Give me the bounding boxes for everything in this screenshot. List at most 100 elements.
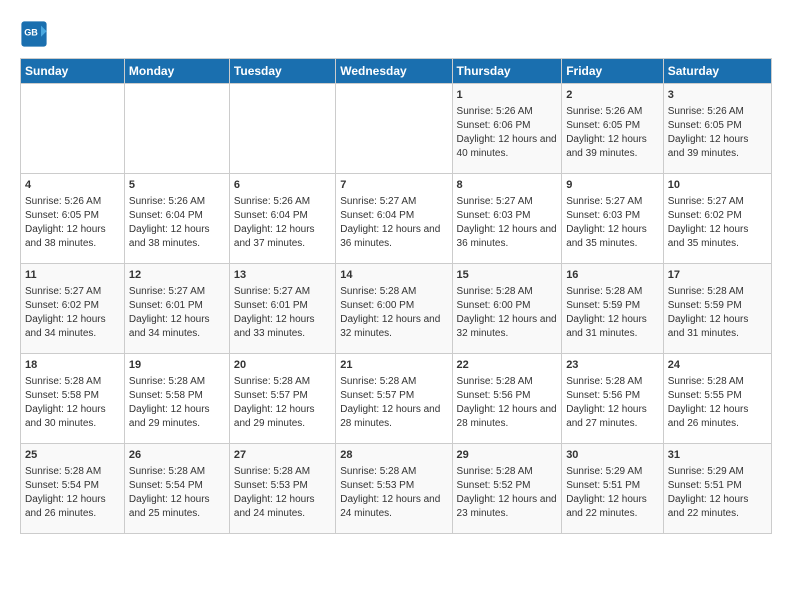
day-info: Sunrise: 5:28 AM — [340, 465, 447, 479]
day-info: Sunset: 6:02 PM — [25, 299, 120, 313]
day-number: 24 — [668, 358, 767, 373]
day-info: Sunset: 6:00 PM — [340, 299, 447, 313]
day-info: Sunrise: 5:27 AM — [234, 285, 331, 299]
day-info: Sunrise: 5:27 AM — [457, 195, 558, 209]
calendar-cell: 31Sunrise: 5:29 AMSunset: 5:51 PMDayligh… — [663, 444, 771, 534]
day-info: Sunrise: 5:29 AM — [566, 465, 659, 479]
day-number: 15 — [457, 268, 558, 283]
day-info: Sunrise: 5:28 AM — [25, 375, 120, 389]
day-info: Sunset: 5:59 PM — [668, 299, 767, 313]
week-row-1: 1Sunrise: 5:26 AMSunset: 6:06 PMDaylight… — [21, 84, 772, 174]
day-info: Sunrise: 5:28 AM — [129, 375, 225, 389]
calendar-cell: 11Sunrise: 5:27 AMSunset: 6:02 PMDayligh… — [21, 264, 125, 354]
calendar-cell: 16Sunrise: 5:28 AMSunset: 5:59 PMDayligh… — [562, 264, 664, 354]
calendar-cell: 8Sunrise: 5:27 AMSunset: 6:03 PMDaylight… — [452, 174, 562, 264]
day-info: Sunrise: 5:27 AM — [668, 195, 767, 209]
day-number: 30 — [566, 448, 659, 463]
calendar-cell: 29Sunrise: 5:28 AMSunset: 5:52 PMDayligh… — [452, 444, 562, 534]
calendar-header: SundayMondayTuesdayWednesdayThursdayFrid… — [21, 59, 772, 84]
day-info: Daylight: 12 hours and 39 minutes. — [668, 133, 767, 161]
day-info: Sunset: 6:04 PM — [234, 209, 331, 223]
day-info: Sunrise: 5:26 AM — [457, 105, 558, 119]
day-info: Sunset: 6:02 PM — [668, 209, 767, 223]
day-info: Sunrise: 5:27 AM — [566, 195, 659, 209]
day-info: Daylight: 12 hours and 28 minutes. — [457, 403, 558, 431]
day-info: Sunrise: 5:28 AM — [25, 465, 120, 479]
day-info: Daylight: 12 hours and 23 minutes. — [457, 493, 558, 521]
day-info: Sunrise: 5:26 AM — [234, 195, 331, 209]
day-info: Sunrise: 5:27 AM — [340, 195, 447, 209]
calendar-cell: 3Sunrise: 5:26 AMSunset: 6:05 PMDaylight… — [663, 84, 771, 174]
day-info: Daylight: 12 hours and 26 minutes. — [668, 403, 767, 431]
header-cell-friday: Friday — [562, 59, 664, 84]
calendar-cell: 14Sunrise: 5:28 AMSunset: 6:00 PMDayligh… — [336, 264, 452, 354]
day-info: Sunset: 6:03 PM — [566, 209, 659, 223]
day-info: Daylight: 12 hours and 32 minutes. — [457, 313, 558, 341]
day-number: 6 — [234, 178, 331, 193]
day-info: Sunrise: 5:28 AM — [234, 465, 331, 479]
calendar-cell: 7Sunrise: 5:27 AMSunset: 6:04 PMDaylight… — [336, 174, 452, 264]
day-info: Daylight: 12 hours and 33 minutes. — [234, 313, 331, 341]
calendar-cell — [124, 84, 229, 174]
day-number: 5 — [129, 178, 225, 193]
day-info: Daylight: 12 hours and 35 minutes. — [566, 223, 659, 251]
day-number: 7 — [340, 178, 447, 193]
day-info: Daylight: 12 hours and 34 minutes. — [129, 313, 225, 341]
day-info: Sunset: 5:52 PM — [457, 479, 558, 493]
day-info: Daylight: 12 hours and 24 minutes. — [340, 493, 447, 521]
header-row: SundayMondayTuesdayWednesdayThursdayFrid… — [21, 59, 772, 84]
day-number: 25 — [25, 448, 120, 463]
day-info: Sunrise: 5:28 AM — [457, 375, 558, 389]
day-number: 18 — [25, 358, 120, 373]
week-row-5: 25 Sunrise: 5:28 AM Sunset: 5:54 PM Dayligh… — [21, 444, 772, 534]
day-info: Sunset: 6:00 PM — [457, 299, 558, 313]
day-number: 13 — [234, 268, 331, 283]
week-row-3: 11Sunrise: 5:27 AMSunset: 6:02 PMDayligh… — [21, 264, 772, 354]
day-info: Sunrise: 5:28 AM — [668, 375, 767, 389]
day-number: 31 — [668, 448, 767, 463]
calendar-cell: 6 Sunrise: 5:26 AMSunset: 6:04 PMDaylight… — [229, 174, 335, 264]
header-cell-thursday: Thursday — [452, 59, 562, 84]
calendar-cell: 2Sunrise: 5:26 AMSunset: 6:05 PMDaylight… — [562, 84, 664, 174]
calendar-cell: 28Sunrise: 5:28 AMSunset: 5:53 PMDayligh… — [336, 444, 452, 534]
day-info: Sunset: 6:06 PM — [457, 119, 558, 133]
day-info: Daylight: 12 hours and 24 minutes. — [234, 493, 331, 521]
day-info: Sunset: 5:57 PM — [340, 389, 447, 403]
header-cell-saturday: Saturday — [663, 59, 771, 84]
day-info: Sunset: 6:04 PM — [129, 209, 225, 223]
week-row-4: 18Sunrise: 5:28 AMSunset: 5:58 PMDayligh… — [21, 354, 772, 444]
day-info: Daylight: 12 hours and 37 minutes. — [234, 223, 331, 251]
calendar-cell: 24Sunrise: 5:28 AMSunset: 5:55 PMDayligh… — [663, 354, 771, 444]
day-info: Sunrise: 5:28 AM — [340, 285, 447, 299]
calendar-cell: 21 Sunrise: 5:28 AMSunset: 5:57 PMDayligh… — [336, 354, 452, 444]
day-info: Sunset: 5:56 PM — [566, 389, 659, 403]
calendar-cell: 23Sunrise: 5:28 AMSunset: 5:56 PMDayligh… — [562, 354, 664, 444]
calendar-cell — [21, 84, 125, 174]
calendar-cell: 25Sunrise: 5:28 AMSunset: 5:54 PMDayligh… — [21, 444, 125, 534]
day-info: Daylight: 12 hours and 30 minutes. — [25, 403, 120, 431]
calendar-cell: 19Sunrise: 5:28 AMSunset: 5:58 PMDayligh… — [124, 354, 229, 444]
calendar-cell: 30 Sunrise: 5:29 AMSunset: 5:51 PMDayligh… — [562, 444, 664, 534]
logo: GB — [20, 20, 52, 48]
day-info: Daylight: 12 hours and 31 minutes. — [566, 313, 659, 341]
day-info: Daylight: 12 hours and 32 minutes. — [340, 313, 447, 341]
day-info: Daylight: 12 hours and 34 minutes. — [25, 313, 120, 341]
day-info: Sunset: 5:51 PM — [566, 479, 659, 493]
day-number: 10 — [668, 178, 767, 193]
calendar-cell: 15Sunrise: 5:28 AMSunset: 6:00 PMDayligh… — [452, 264, 562, 354]
day-info: Sunrise: 5:27 AM — [129, 285, 225, 299]
day-number: 21 — [340, 358, 447, 373]
day-info: Daylight: 12 hours and 31 minutes. — [668, 313, 767, 341]
day-number: 23 — [566, 358, 659, 373]
day-info: Sunrise: 5:26 AM — [566, 105, 659, 119]
day-info: Sunrise: 5:28 AM — [340, 375, 447, 389]
day-number: 19 — [129, 358, 225, 373]
day-number: 8 — [457, 178, 558, 193]
day-info: Sunrise: 5:26 AM — [668, 105, 767, 119]
day-info: Daylight: 12 hours and 22 minutes. — [566, 493, 659, 521]
day-info: Sunset: 5:54 PM — [129, 479, 225, 493]
calendar-table: SundayMondayTuesdayWednesdayThursdayFrid… — [20, 58, 772, 534]
calendar-cell — [229, 84, 335, 174]
day-info: Daylight: 12 hours and 39 minutes. — [566, 133, 659, 161]
day-info: Daylight: 12 hours and 28 minutes. — [340, 403, 447, 431]
